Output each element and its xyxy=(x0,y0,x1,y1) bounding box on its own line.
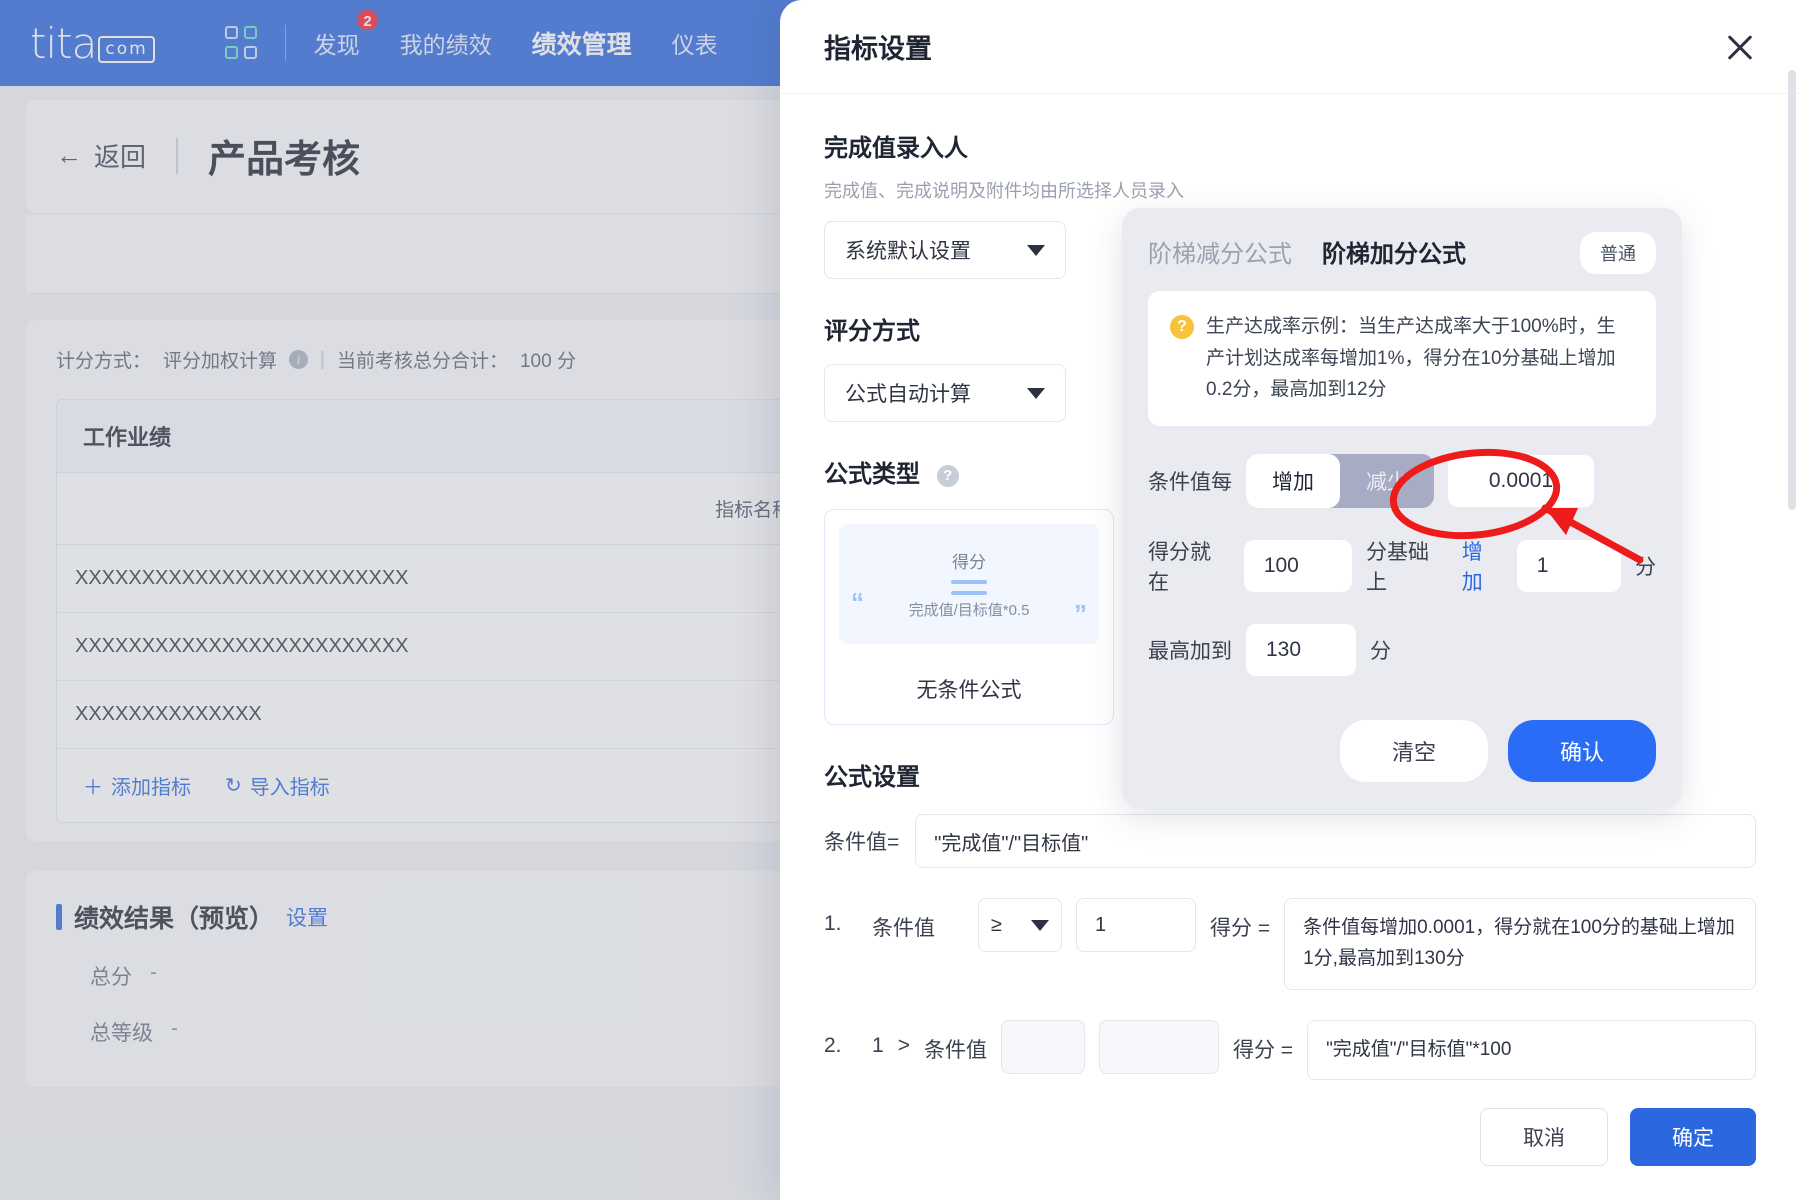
close-icon[interactable] xyxy=(1720,27,1760,67)
modal-title: 指标设置 xyxy=(824,34,932,64)
condition-operator-1: ≥ xyxy=(991,913,1002,936)
popup-hint-note: ? 生产达成率示例：当生产达成率大于100%时，生产计划达成率每增加1%，得分在… xyxy=(1148,291,1656,426)
entry-person-selected-value: 系统默认设置 xyxy=(845,240,971,263)
entry-person-title: 完成值录入人 xyxy=(824,135,968,162)
base-score-input[interactable]: 100 xyxy=(1243,539,1352,592)
condition-value-text: "完成值"/"目标值" xyxy=(934,832,1089,855)
chevron-down-icon xyxy=(1027,244,1045,256)
condition-result-label-1: 得分 = xyxy=(1210,917,1271,940)
modal-scrollbar-thumb[interactable] xyxy=(1788,70,1796,510)
condition-prefix-2: 1 xyxy=(872,1033,884,1057)
popup-step-row: 条件值每 增加 减少 0.0001 xyxy=(1148,453,1656,508)
popup-confirm-button[interactable]: 确认 xyxy=(1507,719,1656,782)
condition-rule-row-1: 1. 条件值 ≥ 1 得分 = 条件值每增加0.0001，得分就在100分的基础… xyxy=(824,898,1756,990)
delta-score-text: 1 xyxy=(1536,553,1549,577)
condition-threshold-1: 1 xyxy=(1095,913,1107,936)
popup-mid-link[interactable]: 增加 xyxy=(1462,536,1503,596)
formula-type-title: 公式类型 xyxy=(824,461,920,488)
max-score-input[interactable]: 130 xyxy=(1246,623,1356,676)
popup-max-label: 最高加到 xyxy=(1148,639,1232,663)
entry-person-desc: 完成值、完成说明及附件均由所选择人员录入 xyxy=(824,181,1184,201)
chevron-down-icon xyxy=(1027,387,1045,399)
condition-label-1: 条件值 xyxy=(872,917,935,940)
condition-result-label-2: 得分 = xyxy=(1232,1038,1294,1062)
step-value-text: 0.0001 xyxy=(1488,468,1554,492)
warning-icon: ? xyxy=(1170,315,1194,339)
formula-card-unconditional[interactable]: “ 得分 完成值/目标值*0.5 ” 无条件公式 xyxy=(824,509,1114,725)
confirm-button[interactable]: 确定 xyxy=(1630,1108,1756,1166)
scoring-method-select[interactable]: 公式自动计算 xyxy=(824,364,1066,422)
scoring-method-selected-value: 公式自动计算 xyxy=(845,383,971,406)
condition-index-2: 2. xyxy=(824,1033,842,1057)
popup-base-label: 得分就在 xyxy=(1148,540,1211,594)
toggle-decrease[interactable]: 减少 xyxy=(1340,454,1434,508)
quote-close-icon: ” xyxy=(1074,599,1087,629)
condition-result-2[interactable]: "完成值"/"目标值"*100 xyxy=(1307,1019,1756,1081)
condition-result-1[interactable]: 条件值每增加0.0001，得分就在100分的基础上增加1分,最高加到130分 xyxy=(1284,898,1756,990)
modal-scrollbar[interactable] xyxy=(1788,70,1796,1190)
chevron-down-icon xyxy=(1031,919,1049,931)
delta-score-input[interactable]: 1 xyxy=(1516,539,1621,592)
cancel-button[interactable]: 取消 xyxy=(1480,1108,1608,1166)
preview-score-label: 得分 xyxy=(952,553,986,572)
toggle-increase[interactable]: 增加 xyxy=(1246,453,1340,508)
popup-hint-text: 生产达成率示例：当生产达成率大于100%时，生产计划达成率每增加1%，得分在10… xyxy=(1206,316,1616,401)
condition-operator-select-1[interactable]: ≥ xyxy=(978,898,1062,952)
quote-open-icon: “ xyxy=(851,587,864,617)
equals-line-bottom xyxy=(951,591,987,595)
popup-tabs: 阶梯减分公式 阶梯加分公式 普通 xyxy=(1148,232,1656,274)
popup-base-score-row: 得分就在 100 分基础上 增加 1 分 xyxy=(1148,536,1656,596)
condition-rule-row-2: 2. 1 > 条件值 得分 = "完成值"/"目标值"*100 xyxy=(824,1019,1756,1081)
condition-value-input-2[interactable] xyxy=(1098,1019,1219,1074)
popup-step-label: 条件值每 xyxy=(1148,470,1232,494)
condition-value-input[interactable]: "完成值"/"目标值" xyxy=(915,814,1756,868)
condition-operator-left-2: > xyxy=(897,1033,910,1057)
popup-max-row: 最高加到 130 分 xyxy=(1148,623,1656,676)
condition-label-2: 条件值 xyxy=(923,1038,987,1062)
increase-decrease-toggle[interactable]: 增加 减少 xyxy=(1246,453,1434,508)
tab-step-add-formula[interactable]: 阶梯加分公式 xyxy=(1322,234,1466,269)
equals-line-top xyxy=(951,580,987,584)
popup-unit-fen-2: 分 xyxy=(1370,639,1391,663)
entry-person-select[interactable]: 系统默认设置 xyxy=(824,221,1066,279)
condition-index-1: 1. xyxy=(824,912,842,935)
condition-value-row: 条件值= "完成值"/"目标值" xyxy=(824,814,1756,868)
modal-footer: 取消 确定 xyxy=(780,1090,1800,1200)
formula-card-preview: “ 得分 完成值/目标值*0.5 ” xyxy=(839,524,1099,644)
formula-card-name: 无条件公式 xyxy=(916,679,1022,702)
popup-unit-fen-1: 分 xyxy=(1634,555,1656,579)
condition-value-input-1[interactable]: 1 xyxy=(1076,898,1196,952)
tab-step-deduct-formula[interactable]: 阶梯减分公式 xyxy=(1148,234,1292,269)
step-value-input[interactable]: 0.0001 xyxy=(1448,454,1594,507)
max-score-text: 130 xyxy=(1266,637,1302,661)
clear-button[interactable]: 清空 xyxy=(1339,719,1488,782)
question-icon[interactable]: ? xyxy=(936,464,959,487)
preview-expression: 完成值/目标值*0.5 xyxy=(908,602,1030,619)
base-score-text: 100 xyxy=(1263,553,1299,577)
popup-mode-chip[interactable]: 普通 xyxy=(1580,232,1656,274)
modal-header: 指标设置 xyxy=(780,0,1800,94)
condition-operator-select-2[interactable] xyxy=(1000,1019,1085,1074)
step-formula-popup: 阶梯减分公式 阶梯加分公式 普通 ? 生产达成率示例：当生产达成率大于100%时… xyxy=(1122,208,1682,808)
popup-buttons: 清空 确认 xyxy=(1148,719,1656,782)
condition-value-label: 条件值= xyxy=(824,831,900,854)
popup-mid-text: 分基础上 xyxy=(1365,540,1429,594)
